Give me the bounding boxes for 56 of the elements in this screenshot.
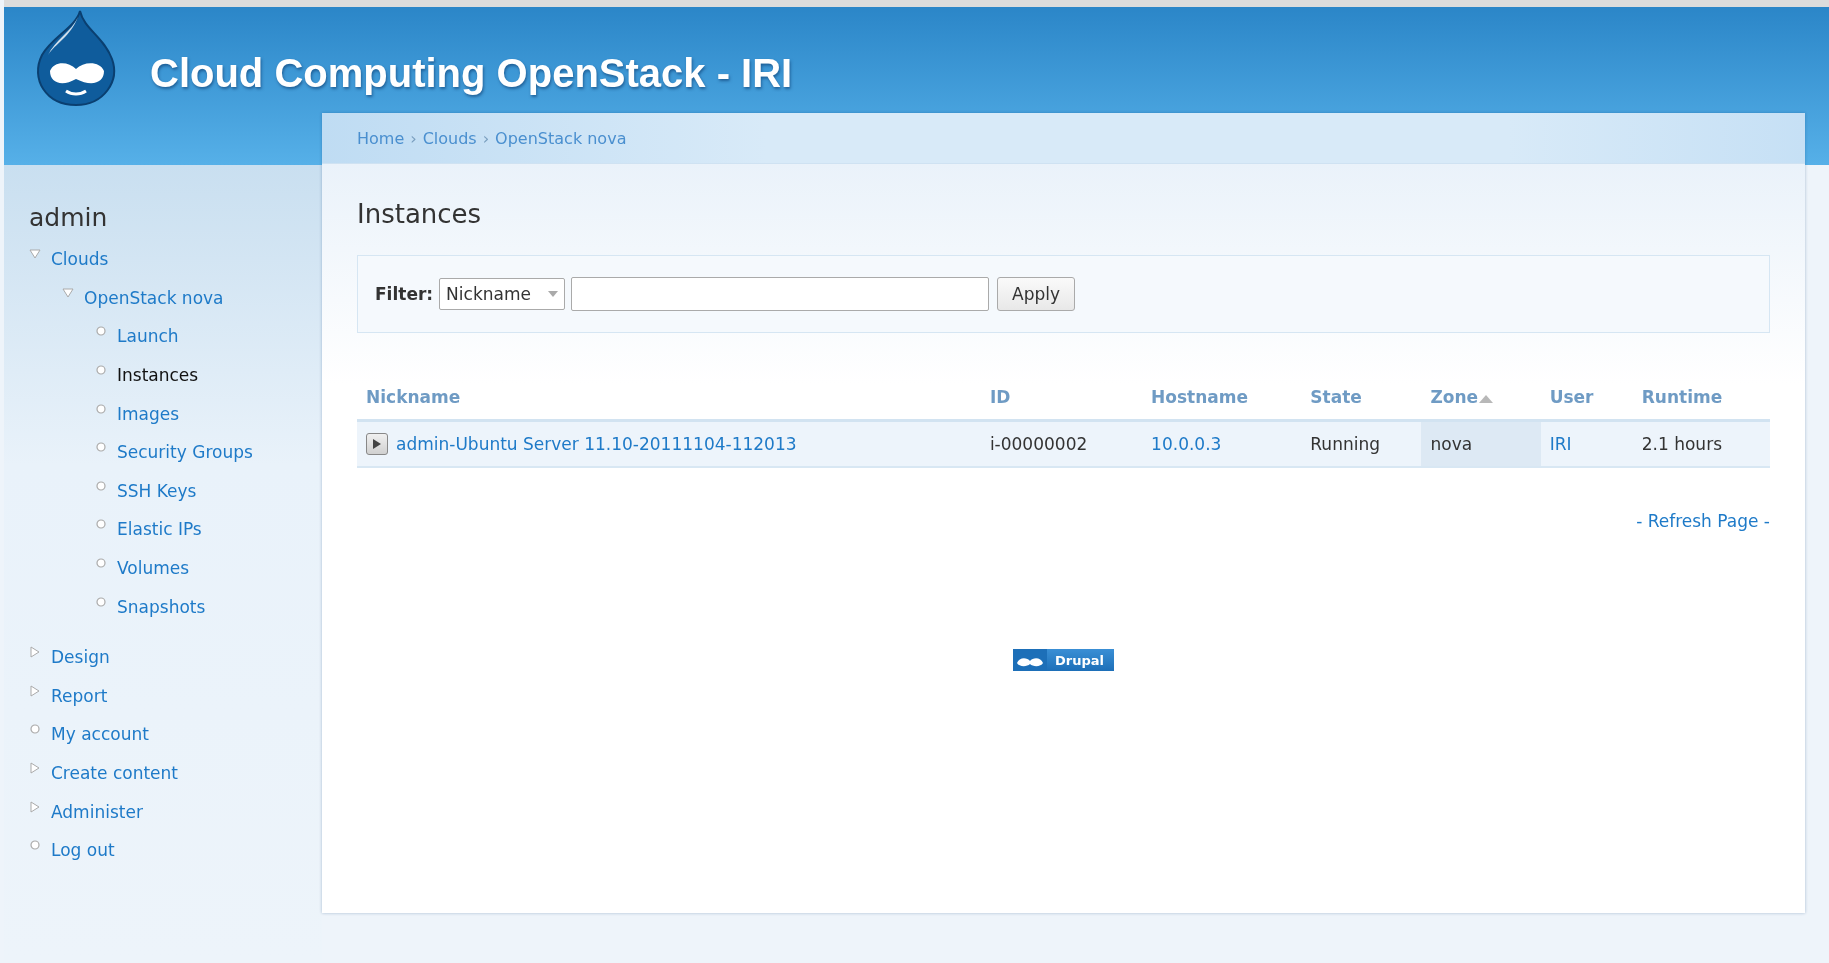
breadcrumb-separator: › [482, 128, 490, 148]
circle-bullet-icon [95, 479, 107, 492]
table-link[interactable]: IRI [1549, 434, 1572, 454]
circle-bullet-icon [95, 557, 107, 570]
play-triangle-icon [372, 438, 382, 450]
menu-link[interactable]: Design [51, 647, 110, 668]
sidebar-title: admin [29, 203, 109, 232]
menu-link[interactable]: Elastic IPs [117, 519, 202, 540]
circle-bullet-icon [29, 839, 41, 852]
triangle-right-icon[interactable] [29, 800, 41, 813]
triangle-right-icon[interactable] [29, 646, 41, 659]
menu-link[interactable]: Administer [51, 801, 143, 822]
menu-link[interactable]: Report [51, 685, 108, 706]
menu-link[interactable]: Create content [51, 763, 178, 783]
table-cell: nova [1430, 434, 1473, 454]
table-cell: Running [1310, 434, 1380, 454]
table-cell: i-00000002 [989, 434, 1088, 454]
page-title: Instances [357, 199, 483, 229]
triangle-right-icon[interactable] [29, 762, 41, 774]
sort-arrow-icon [1479, 395, 1494, 403]
powered-by-badge[interactable]: Drupal [1013, 649, 1114, 671]
triangle-right-icon[interactable] [29, 684, 41, 697]
menu-link[interactable]: Log out [51, 840, 115, 861]
filter-label: Filter: [375, 284, 434, 304]
apply-button[interactable]: Apply [997, 277, 1076, 311]
circle-bullet-icon [95, 595, 107, 608]
breadcrumb-link[interactable]: Clouds [422, 128, 477, 148]
dropdown-caret-icon [548, 291, 559, 297]
menu-link[interactable]: Launch [117, 326, 179, 347]
menu-link[interactable]: SSH Keys [117, 480, 197, 501]
menu-link[interactable]: My account [51, 724, 149, 745]
breadcrumb-link[interactable]: Home [357, 128, 405, 148]
refresh-page-link[interactable]: - Refresh Page - [1636, 511, 1770, 531]
menu-link[interactable]: Volumes [117, 558, 190, 579]
menu-link[interactable]: OpenStack nova [84, 287, 224, 308]
filter-dropdown[interactable]: Nickname [439, 278, 566, 310]
menu-link[interactable]: Snapshots [117, 596, 206, 617]
circle-bullet-icon [95, 364, 107, 377]
triangle-down-icon[interactable] [62, 286, 74, 299]
site-title: Cloud Computing OpenStack - IRI [150, 51, 793, 96]
breadcrumb-link[interactable]: OpenStack nova [495, 128, 627, 148]
triangle-down-icon[interactable] [29, 248, 41, 261]
circle-bullet-icon [95, 441, 107, 454]
menu-link[interactable]: Clouds [51, 249, 109, 270]
breadcrumb-separator: › [410, 128, 417, 148]
circle-bullet-icon [29, 723, 41, 736]
circle-bullet-icon [95, 402, 107, 415]
table-cell: 2.1 hours [1641, 434, 1722, 454]
filter-input-field[interactable] [571, 277, 990, 311]
menu-link[interactable]: Instances [117, 365, 199, 386]
circle-bullet-icon [95, 518, 107, 531]
menu-link[interactable]: Images [117, 403, 180, 424]
table-link[interactable]: 10.0.0.3 [1151, 434, 1222, 454]
menu-link[interactable]: Security Groups [117, 442, 253, 463]
expand-button[interactable] [366, 433, 388, 455]
circle-bullet-icon [95, 325, 107, 338]
